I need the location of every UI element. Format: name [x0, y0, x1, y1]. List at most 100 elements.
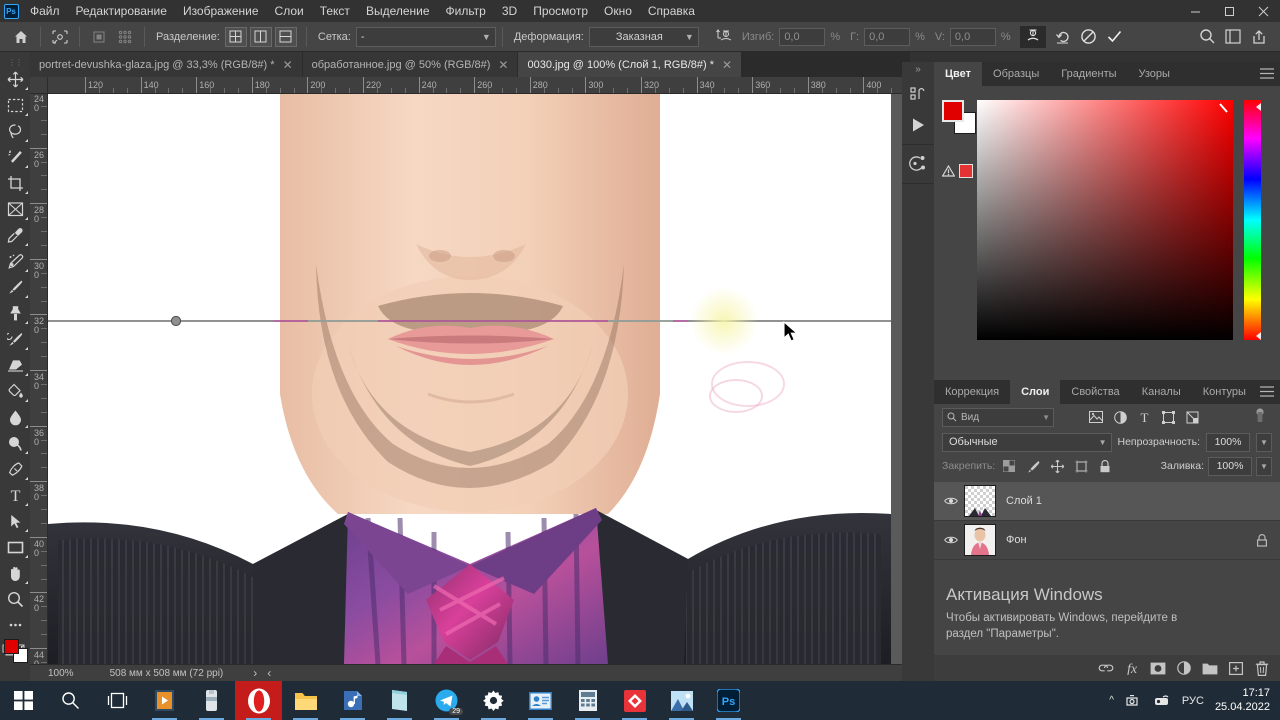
adjustment-filter-icon[interactable]: [1108, 406, 1132, 428]
color-panel-swatches[interactable]: [942, 100, 976, 134]
eyedropper-tool[interactable]: [0, 222, 30, 248]
canvas[interactable]: [48, 94, 910, 664]
tab-layers[interactable]: Слои: [1010, 380, 1061, 404]
task-view-button[interactable]: [94, 681, 141, 720]
history-brush-tool[interactable]: [0, 326, 30, 352]
layer-thumbnail[interactable]: [964, 524, 996, 556]
utility-app[interactable]: [188, 681, 235, 720]
delete-layer-icon[interactable]: [1252, 658, 1272, 678]
settings-app[interactable]: [470, 681, 517, 720]
music-app[interactable]: [329, 681, 376, 720]
bend-input[interactable]: 0,0: [779, 27, 826, 46]
crop-tool[interactable]: [0, 170, 30, 196]
pixel-filter-icon[interactable]: [1084, 406, 1108, 428]
foreground-background-colors[interactable]: [4, 639, 28, 663]
maximize-button[interactable]: [1212, 0, 1246, 22]
layer-row-1[interactable]: Слой 1: [934, 482, 1280, 521]
blend-mode-select[interactable]: Обычные ▼: [942, 432, 1112, 452]
v-input[interactable]: 0,0: [949, 27, 996, 46]
move-tool[interactable]: [0, 66, 30, 92]
layer-visibility-icon[interactable]: [938, 482, 964, 521]
opera-browser[interactable]: [235, 681, 282, 720]
warp-direction-icon[interactable]: [711, 26, 737, 48]
panel-menu-icon[interactable]: [1260, 68, 1274, 79]
opacity-input[interactable]: 100%: [1206, 432, 1250, 452]
layer-name[interactable]: Фон: [1006, 534, 1027, 546]
media-player-app[interactable]: [141, 681, 188, 720]
lock-transparent-icon[interactable]: [999, 455, 1019, 477]
onedrive-icon[interactable]: [1125, 693, 1142, 708]
cancel-icon[interactable]: [1076, 26, 1102, 48]
color-field[interactable]: [977, 100, 1233, 340]
lasso-tool[interactable]: [0, 118, 30, 144]
3d-icon[interactable]: [902, 149, 934, 179]
split-both-button[interactable]: [224, 26, 247, 47]
warp-split-toggle-icon[interactable]: [1019, 25, 1046, 48]
menu-file[interactable]: Файл: [22, 1, 68, 21]
notes-app[interactable]: [376, 681, 423, 720]
menu-text[interactable]: Текст: [312, 1, 358, 21]
status-prev-arrow[interactable]: ‹: [267, 666, 271, 680]
menu-image[interactable]: Изображение: [175, 1, 267, 21]
gamut-warning[interactable]: [942, 164, 973, 178]
pen-tool[interactable]: [0, 456, 30, 482]
photoshop-app[interactable]: Ps: [705, 681, 752, 720]
layer-style-fx-icon[interactable]: fx: [1122, 658, 1142, 678]
zoom-tool[interactable]: [0, 586, 30, 612]
close-button[interactable]: [1246, 0, 1280, 22]
menu-edit[interactable]: Редактирование: [68, 1, 175, 21]
close-icon[interactable]: ✕: [722, 58, 732, 72]
opacity-dropdown[interactable]: ▼: [1256, 432, 1272, 452]
menu-window[interactable]: Окно: [596, 1, 640, 21]
type-filter-icon[interactable]: T: [1132, 406, 1156, 428]
foreground-color-swatch[interactable]: [942, 100, 964, 122]
layer-row-2[interactable]: Фон: [934, 521, 1280, 560]
link-layers-icon[interactable]: [1096, 658, 1116, 678]
clock[interactable]: 17:17 25.04.2022: [1215, 687, 1270, 715]
smart-object-filter-icon[interactable]: [1180, 406, 1204, 428]
layer-name[interactable]: Слой 1: [1006, 495, 1042, 507]
toolbar-grip[interactable]: ⋮⋮: [0, 58, 30, 67]
expand-panels-button[interactable]: »: [902, 62, 934, 76]
libraries-icon[interactable]: [902, 80, 934, 110]
reset-icon[interactable]: [1050, 26, 1076, 48]
fill-input[interactable]: 100%: [1208, 456, 1252, 476]
filter-enable-toggle[interactable]: [1254, 408, 1266, 426]
magic-wand-tool[interactable]: [0, 144, 30, 170]
split-vertical-button[interactable]: [249, 26, 272, 47]
tab-swatches[interactable]: Образцы: [982, 62, 1050, 86]
tab-color[interactable]: Цвет: [934, 62, 983, 86]
new-group-icon[interactable]: [1200, 658, 1220, 678]
lock-image-icon[interactable]: [1023, 455, 1043, 477]
photos-app[interactable]: [658, 681, 705, 720]
contacts-app[interactable]: [517, 681, 564, 720]
minimize-button[interactable]: [1178, 0, 1212, 22]
menu-select[interactable]: Выделение: [358, 1, 438, 21]
layer-mask-icon[interactable]: [1148, 658, 1168, 678]
close-icon[interactable]: ✕: [283, 58, 293, 72]
grid-select[interactable]: - ▼: [355, 26, 496, 47]
frame-tool[interactable]: [0, 196, 30, 222]
zoom-level[interactable]: 100%: [48, 668, 74, 679]
dodge-tool[interactable]: [0, 430, 30, 456]
path-selection-tool[interactable]: [0, 508, 30, 534]
menu-filter[interactable]: Фильтр: [438, 1, 494, 21]
mode-mesh-icon[interactable]: [112, 26, 138, 48]
split-horizontal-button[interactable]: [274, 26, 297, 47]
document-tab-3[interactable]: 0030.jpg @ 100% (Слой 1, RGB/8#) * ✕: [518, 52, 743, 77]
fill-dropdown[interactable]: ▼: [1256, 456, 1272, 476]
tab-gradients[interactable]: Градиенты: [1050, 62, 1127, 86]
layer-thumbnail[interactable]: [964, 485, 996, 517]
shape-filter-icon[interactable]: [1156, 406, 1180, 428]
tab-properties[interactable]: Свойства: [1060, 380, 1130, 404]
share-icon[interactable]: [1246, 26, 1272, 48]
puppet-warp-tool-icon[interactable]: [47, 26, 73, 48]
start-button[interactable]: [0, 681, 47, 720]
lock-position-icon[interactable]: [1047, 455, 1067, 477]
healing-brush-tool[interactable]: [0, 248, 30, 274]
blur-tool[interactable]: [0, 404, 30, 430]
search-button[interactable]: [47, 681, 94, 720]
document-tab-1[interactable]: portret-devushka-glaza.jpg @ 33,3% (RGB/…: [30, 52, 303, 77]
type-tool[interactable]: T: [0, 482, 30, 508]
hue-strip[interactable]: [1244, 100, 1261, 340]
